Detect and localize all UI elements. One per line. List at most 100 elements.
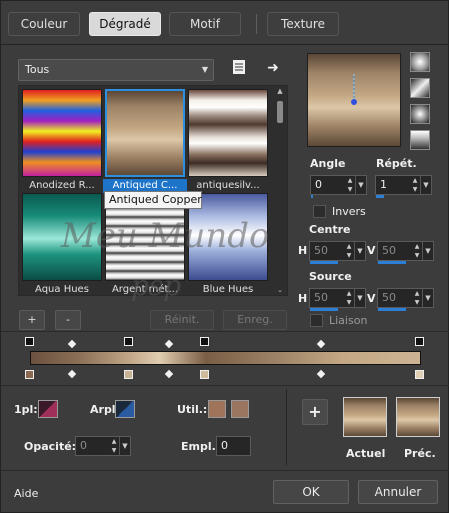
gallery-scrollbar[interactable]: ▲ ⌄ [275, 87, 285, 294]
invert-checkbox[interactable] [313, 205, 326, 218]
style-sunburst-icon[interactable] [410, 104, 430, 124]
arpl-swatch[interactable] [115, 400, 135, 418]
centre-v-value: 50 [382, 244, 396, 257]
chevron-down-icon[interactable]: ▼ [422, 242, 433, 260]
source-v-input[interactable]: 50 ▲ ▼ ▼ [377, 288, 434, 311]
spinner-arrows-icon[interactable]: ▲ ▼ [412, 242, 422, 260]
opacity-input[interactable]: 0 ▲ ▼ ▼ [75, 436, 131, 456]
repeat-input[interactable]: 1 ▲ ▼ ▼ [375, 175, 432, 198]
source-v-value: 50 [382, 291, 396, 304]
remove-gradient-button[interactable]: - [55, 310, 81, 330]
chevron-down-icon[interactable]: ▼ [420, 176, 431, 194]
chevron-up-icon[interactable]: ▲ [275, 87, 285, 95]
gradient-swatch [188, 89, 268, 177]
spinner-arrows-icon[interactable]: ▲ ▼ [345, 176, 355, 194]
color-stop-marker[interactable] [25, 370, 34, 379]
gallery-item-label: Anodized R... [29, 180, 95, 191]
source-h-value: 50 [314, 291, 328, 304]
repeat-label: Répét. [376, 157, 417, 170]
opacity-label: Opacité: [24, 440, 77, 453]
ok-button[interactable]: OK [273, 480, 349, 504]
color-stop-marker[interactable] [415, 370, 424, 379]
centre-h-input[interactable]: 50 ▲ ▼ ▼ [309, 241, 366, 264]
tab-separator [256, 14, 257, 34]
tab-degrade[interactable]: Dégradé [89, 12, 161, 36]
arrow-right-icon[interactable]: ➜ [264, 59, 282, 77]
spinner-arrows-icon[interactable]: ▲ ▼ [344, 242, 354, 260]
color-midpoint-marker[interactable] [316, 369, 326, 379]
angle-input[interactable]: 0 ▲ ▼ ▼ [310, 175, 367, 198]
previous-gradient-swatch[interactable] [396, 397, 440, 437]
opacity-midpoint-marker[interactable] [164, 339, 174, 349]
spinner-arrows-icon[interactable]: ▲ ▼ [410, 176, 420, 194]
centre-h-label: H [298, 244, 308, 257]
gallery-item-label: Argent mét... [111, 284, 179, 295]
scrollbar-thumb[interactable] [277, 101, 283, 123]
gallery-item-anodized[interactable]: Anodized R... [22, 89, 102, 194]
gradient-editor-bar[interactable] [30, 351, 421, 365]
opacity-stop-marker[interactable] [25, 337, 34, 346]
link-checkbox[interactable] [310, 314, 323, 327]
gradient-swatch [22, 193, 102, 281]
first-plane-swatch[interactable] [38, 400, 58, 418]
divider [1, 331, 449, 332]
source-v-level-bar [378, 308, 406, 311]
empl-value: 0 [221, 439, 228, 452]
save-button[interactable]: Enreg. [223, 310, 287, 330]
current-label: Actuel [346, 447, 386, 460]
gradient-preview[interactable] [307, 53, 401, 147]
opacity-midpoint-marker[interactable] [67, 339, 77, 349]
add-to-presets-button[interactable]: + [302, 399, 328, 425]
chevron-down-icon[interactable]: ▼ [119, 437, 130, 455]
style-radial-icon[interactable] [410, 130, 430, 150]
gallery-tooltip: Antiqued Copper [104, 191, 202, 209]
chevron-down-icon: ▼ [201, 65, 208, 74]
help-link[interactable]: Aide [14, 487, 38, 500]
empl-label: Empl.: [181, 440, 221, 453]
opacity-midpoint-marker[interactable] [316, 339, 326, 349]
divider [1, 470, 449, 471]
gallery-item-antiqued-copper[interactable]: Antiqued C... [103, 89, 187, 194]
angle-level-bar [311, 195, 313, 198]
style-linear-icon[interactable] [410, 52, 430, 72]
spinner-arrows-icon[interactable]: ▲ ▼ [109, 437, 119, 455]
chevron-down-icon[interactable]: ▼ [354, 242, 365, 260]
spinner-arrows-icon[interactable]: ▲ ▼ [412, 289, 422, 307]
cancel-button[interactable]: Annuler [358, 480, 438, 504]
angle-value: 0 [315, 178, 322, 191]
chevron-down-icon[interactable]: ▼ [422, 289, 433, 307]
color-midpoint-marker[interactable] [164, 369, 174, 379]
source-h-input[interactable]: 50 ▲ ▼ ▼ [309, 288, 366, 311]
color-stop-marker[interactable] [124, 370, 133, 379]
gallery-item-antiquesilver[interactable]: antiquesilv... [188, 89, 268, 194]
add-gradient-button[interactable]: + [19, 310, 45, 330]
chevron-down-icon[interactable]: ⌄ [275, 286, 285, 294]
tab-couleur[interactable]: Couleur [8, 12, 80, 36]
file-options-icon[interactable] [230, 59, 248, 77]
current-gradient-swatch[interactable] [343, 397, 387, 437]
opacity-stop-marker[interactable] [415, 337, 424, 346]
spinner-arrows-icon[interactable]: ▲ ▼ [344, 289, 354, 307]
style-rectangular-icon[interactable] [410, 78, 430, 98]
tab-texture[interactable]: Texture [267, 12, 339, 36]
empl-input[interactable]: 0 [216, 436, 251, 456]
opacity-stop-marker[interactable] [124, 337, 133, 346]
opacity-stop-marker[interactable] [200, 337, 209, 346]
util-swatch-primary[interactable] [208, 400, 226, 418]
repeat-level-bar [376, 195, 384, 198]
color-stop-marker[interactable] [200, 370, 209, 379]
centre-v-label: V [367, 244, 376, 257]
tab-motif[interactable]: Motif [169, 12, 241, 36]
source-label: Source [309, 270, 352, 283]
util-swatch-secondary[interactable] [231, 400, 249, 418]
divider [286, 389, 287, 465]
gallery-item-aqua-hues[interactable]: Aqua Hues [22, 193, 102, 295]
category-dropdown[interactable]: Tous ▼ [18, 59, 214, 81]
chevron-down-icon[interactable]: ▼ [354, 289, 365, 307]
centre-h-level-bar [310, 261, 338, 264]
previous-label: Préc. [404, 447, 436, 460]
color-midpoint-marker[interactable] [67, 369, 77, 379]
reset-button[interactable]: Réinit. [150, 310, 214, 330]
chevron-down-icon[interactable]: ▼ [355, 176, 366, 194]
centre-v-input[interactable]: 50 ▲ ▼ ▼ [377, 241, 434, 264]
